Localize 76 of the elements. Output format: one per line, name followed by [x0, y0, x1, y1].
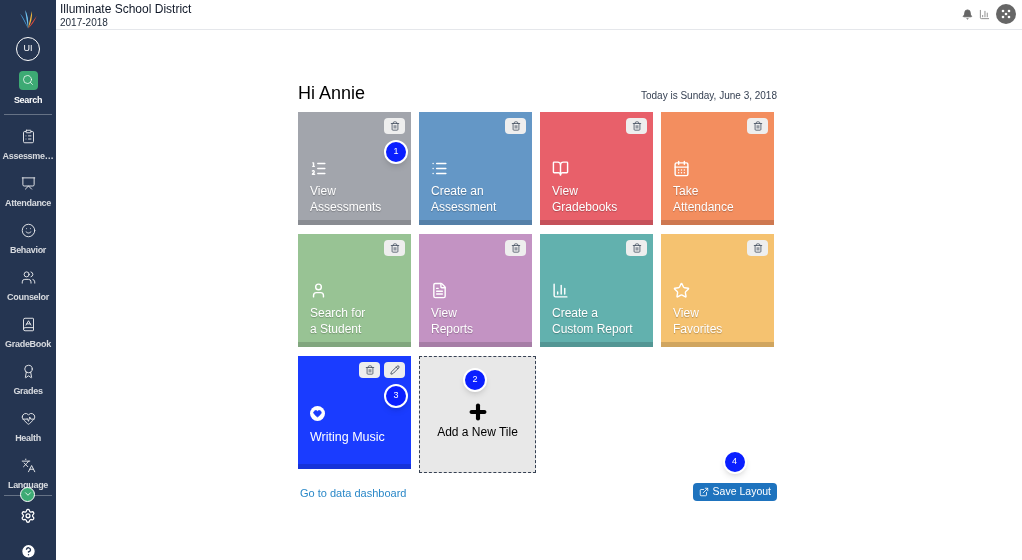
trash-icon: [364, 365, 375, 375]
callout-marker: 1: [384, 140, 408, 164]
delete-button[interactable]: [626, 240, 647, 256]
sidebar-label: Grades: [13, 384, 43, 398]
bar-chart-icon: [552, 282, 569, 299]
book-icon: [552, 160, 569, 177]
dashboard-tile[interactable]: 3 Writing Music: [298, 356, 411, 469]
sidebar-item[interactable]: GradeBook: [0, 310, 56, 358]
trash-icon: [631, 243, 642, 253]
delete-button[interactable]: [359, 362, 380, 378]
tile-label: Create a Custom Report: [552, 305, 633, 337]
tile-label: View Favorites: [673, 305, 723, 337]
delete-button[interactable]: [747, 240, 768, 256]
tile-label: Writing Music: [310, 429, 385, 445]
trash-icon: [389, 243, 400, 253]
trash-icon: [510, 243, 521, 253]
delete-button[interactable]: [747, 118, 768, 134]
sidebar-item[interactable]: Language: [0, 451, 56, 499]
trash-icon: [389, 121, 400, 131]
sidebar-label: Assessme…: [2, 149, 54, 163]
tile-label: Search for a Student: [310, 305, 366, 337]
trash-icon: [752, 121, 763, 131]
external-link-icon: [698, 487, 709, 497]
sidebar-item[interactable]: Search: [0, 66, 56, 114]
tile-label: View Reports: [431, 305, 474, 337]
list-icon: [431, 160, 448, 177]
sidebar-label: Counselor: [7, 290, 49, 304]
chart-icon[interactable]: [979, 8, 990, 20]
delete-button[interactable]: [384, 118, 405, 134]
trash-icon: [510, 121, 521, 131]
sidebar-item[interactable]: Counselor: [0, 263, 56, 311]
sidebar-label: Language: [7, 478, 49, 492]
callout-marker: 3: [384, 384, 408, 408]
document-icon: [431, 282, 448, 299]
school-year: 2017-2018: [60, 17, 109, 30]
help-icon[interactable]: [19, 543, 37, 560]
settings-icon[interactable]: [20, 507, 36, 524]
add-tile-button[interactable]: Add a New Tile 2: [419, 356, 536, 473]
sidebar-label: Attendance: [5, 196, 51, 210]
notification-icon[interactable]: [962, 8, 973, 20]
numbered-list-icon: [310, 160, 327, 177]
sidebar-item[interactable]: Grades: [0, 357, 56, 405]
add-tile-label: Add a New Tile: [437, 423, 518, 441]
trash-icon: [631, 121, 642, 131]
tile-label: View Assessments: [310, 183, 382, 215]
sidebar-item[interactable]: Assessme…: [0, 122, 56, 170]
greeting: Hi Annie: [298, 82, 366, 105]
delete-button[interactable]: [505, 240, 526, 256]
district-name: Illuminate School District: [60, 2, 192, 17]
delete-button[interactable]: [626, 118, 647, 134]
tile-label: Create an Assessment: [431, 183, 497, 215]
dashboard-tile[interactable]: 1 View Assessments: [298, 112, 411, 225]
callout-marker: 4: [722, 450, 747, 474]
edit-button[interactable]: [384, 362, 405, 378]
sidebar-label: Search: [13, 93, 43, 107]
date-text: Today is Sunday, June 3, 2018: [640, 89, 777, 103]
profile-icon[interactable]: [996, 4, 1016, 24]
search-icon: [18, 70, 38, 90]
tile-label: Take Attendance: [673, 183, 734, 215]
save-layout-button[interactable]: Save Layout: [692, 483, 777, 501]
calendar-icon: [673, 160, 690, 177]
sidebar-item[interactable]: Behavior: [0, 216, 56, 264]
callout-marker: 2: [463, 368, 487, 392]
star-icon: [673, 282, 690, 299]
delete-button[interactable]: [384, 240, 405, 256]
delete-button[interactable]: [505, 118, 526, 134]
sidebar-label: GradeBook: [5, 337, 51, 351]
sidebar-item[interactable]: Health: [0, 404, 56, 452]
user-icon: [310, 282, 327, 299]
sidebar-label: Behavior: [9, 243, 47, 257]
trash-icon: [752, 243, 763, 253]
sidebar-label: Health: [15, 431, 41, 445]
sidebar-item[interactable]: Attendance: [0, 169, 56, 217]
tile-label: View Gradebooks: [552, 183, 618, 215]
dashboard-link[interactable]: Go to data dashboard: [300, 485, 407, 502]
pencil-icon: [389, 365, 400, 375]
